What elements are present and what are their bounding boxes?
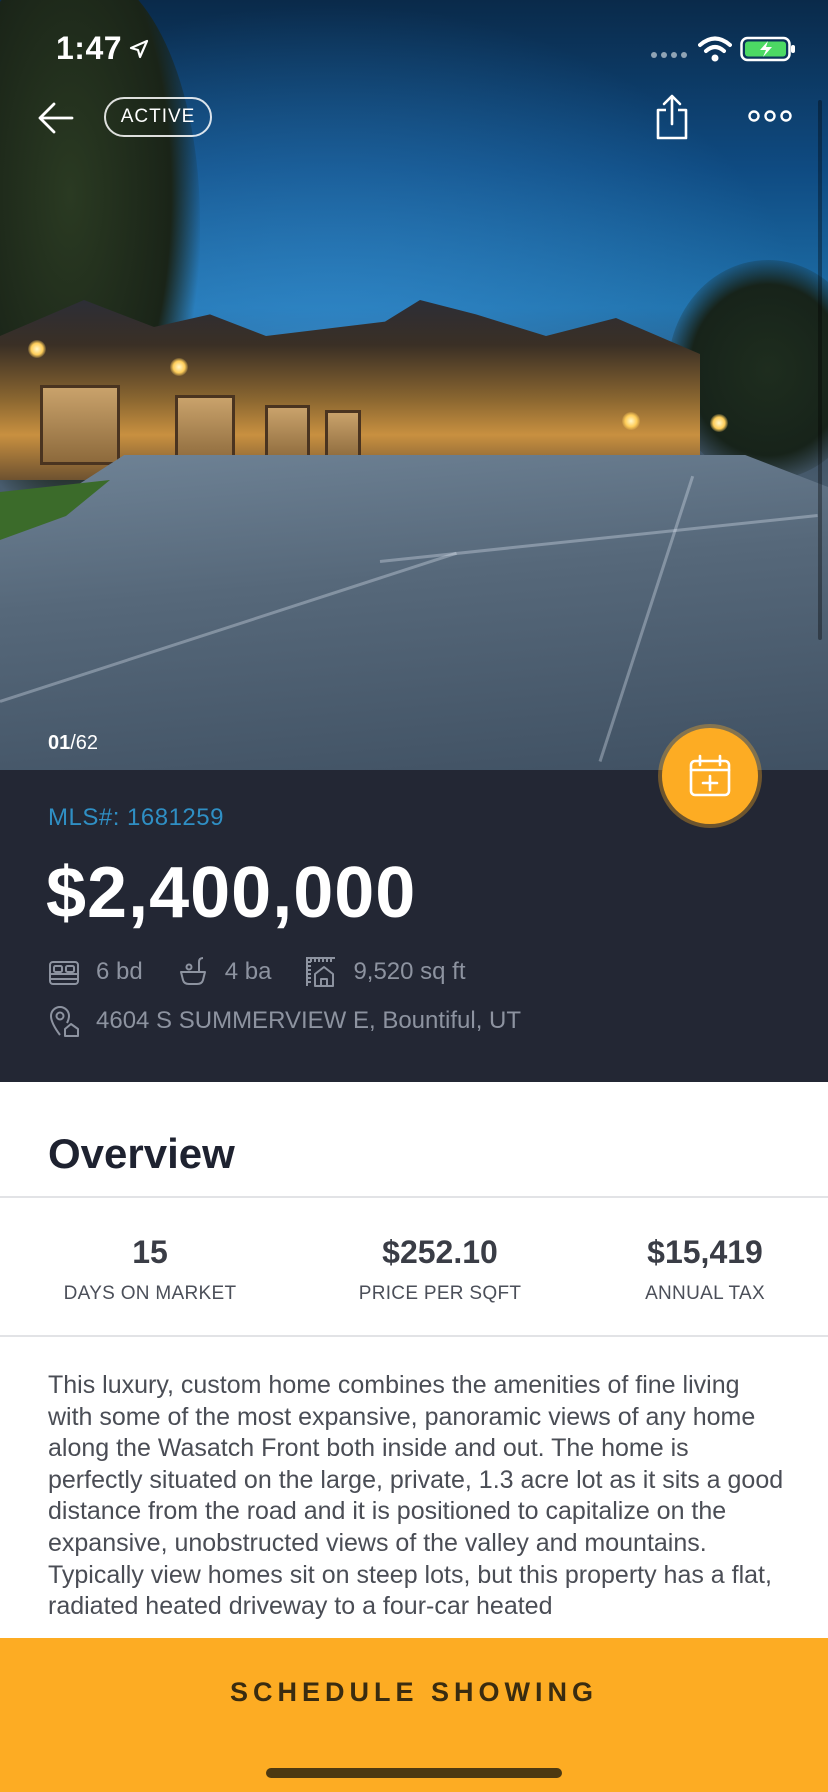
stat-days-on-market: 15 DAYS ON MARKET: [50, 1234, 250, 1305]
stat-value: 15: [132, 1234, 168, 1270]
bed-icon: [49, 961, 79, 985]
photo-driveway: [0, 455, 828, 770]
stat-annual-tax: $15,419 ANNUAL TAX: [605, 1234, 805, 1305]
stat-value: $252.10: [382, 1234, 498, 1270]
stat-label: DAYS ON MARKET: [63, 1283, 237, 1304]
photo-light: [622, 412, 640, 430]
photo-garage-door: [175, 395, 235, 465]
photo-light: [710, 414, 728, 432]
stat-price-per-sqft: $252.10 PRICE PER SQFT: [340, 1234, 540, 1305]
mls-number[interactable]: MLS#: 1681259: [48, 804, 224, 832]
photo-scrollbar[interactable]: [818, 100, 822, 640]
photo-current: 01: [48, 732, 71, 754]
beds-count: 6 bd: [96, 958, 143, 985]
baths-count: 4 ba: [224, 958, 272, 985]
divider: [0, 1335, 828, 1337]
stat-label: ANNUAL TAX: [645, 1283, 765, 1304]
location-pin-icon: [49, 1006, 79, 1037]
status-bar: 1:47: [0, 0, 828, 96]
bathtub-icon: [179, 957, 206, 985]
battery-icon: [740, 36, 795, 62]
floor-area-icon: [306, 957, 336, 987]
location-arrow-icon: [129, 39, 149, 59]
home-indicator[interactable]: [266, 1768, 562, 1778]
divider: [0, 1196, 828, 1198]
schedule-showing-button[interactable]: SCHEDULE SHOWING: [0, 1638, 828, 1792]
photo-garage-door: [325, 410, 361, 462]
photo-total: /62: [70, 732, 99, 754]
photo-light: [170, 358, 188, 376]
photo-garage-door: [40, 385, 120, 465]
square-footage: 9,520 sq ft: [353, 958, 466, 985]
stat-label: PRICE PER SQFT: [358, 1283, 522, 1304]
photo-light: [28, 340, 46, 358]
schedule-showing-label: SCHEDULE SHOWING: [229, 1676, 598, 1707]
listing-description: This luxury, custom home combines the am…: [48, 1371, 784, 1621]
listing-price: $2,400,000: [46, 853, 417, 933]
back-arrow-icon[interactable]: [36, 100, 76, 136]
share-icon[interactable]: [654, 94, 690, 142]
more-options-icon[interactable]: [748, 106, 792, 126]
listing-specs: 6 bd 4 ba 9,520 sq ft: [48, 956, 500, 988]
status-badge: ACTIVE: [104, 97, 212, 137]
calendar-add-icon: [689, 754, 731, 797]
overview-heading: Overview: [48, 1130, 235, 1177]
wifi-icon: [698, 36, 732, 62]
photo-counter: 01/62: [48, 732, 98, 755]
photo-garage-door: [265, 405, 310, 463]
listing-address[interactable]: 4604 S SUMMERVIEW E, Bountiful, UT: [48, 1004, 521, 1038]
add-to-calendar-button[interactable]: [662, 728, 758, 824]
status-time: 1:47: [56, 30, 123, 66]
stat-value: $15,419: [647, 1234, 763, 1270]
address-text: 4604 S SUMMERVIEW E, Bountiful, UT: [96, 1007, 522, 1034]
cellular-signal-icon: [651, 52, 691, 60]
